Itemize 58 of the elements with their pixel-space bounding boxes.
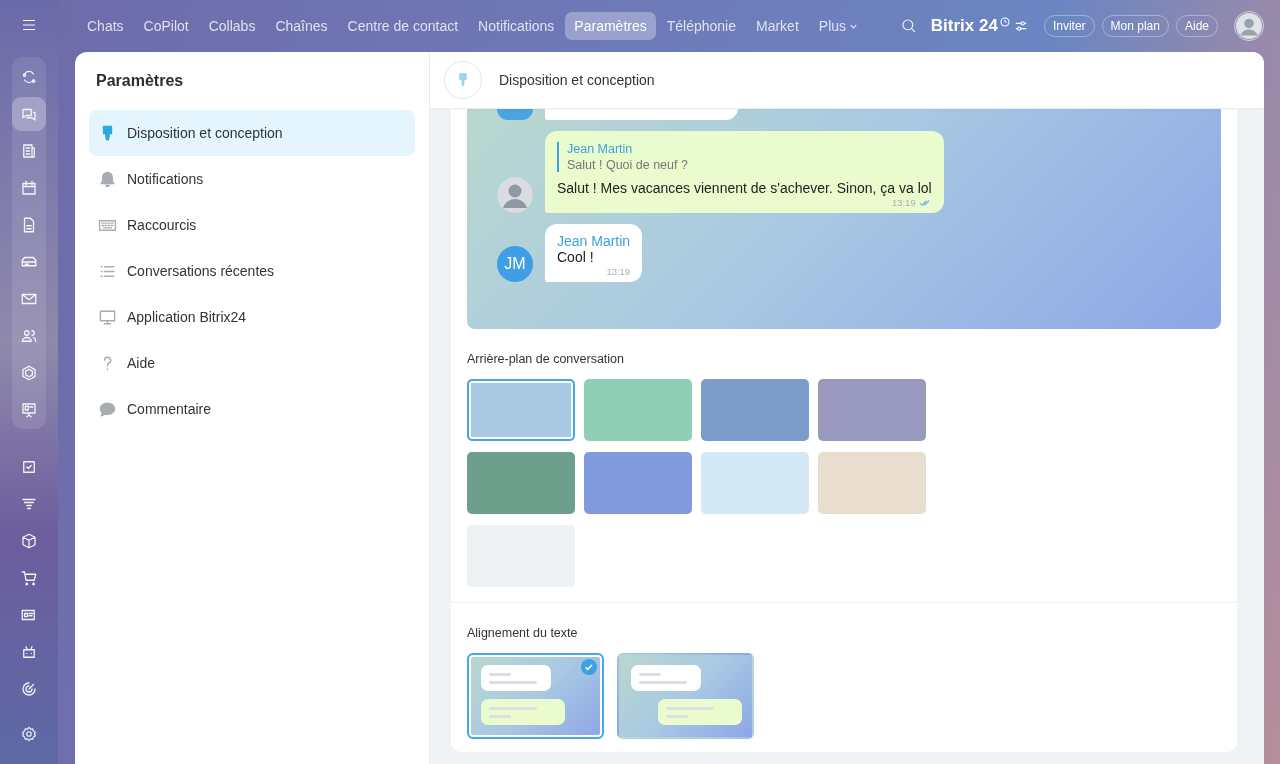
- nav-tab[interactable]: Notifications: [469, 12, 564, 40]
- nav-tab[interactable]: Chats: [78, 12, 133, 40]
- sidebar-item[interactable]: Commentaire: [89, 386, 415, 432]
- message-text: Salut ! Mes vacances viennent de s'achever. Sinon, ça va lol: [557, 180, 932, 196]
- check-icon: [581, 659, 597, 675]
- logo: Bitrix 24: [930, 16, 998, 36]
- sliders-icon[interactable]: [1013, 19, 1028, 33]
- sidebar-item[interactable]: Notifications: [89, 156, 415, 202]
- bell-icon: [98, 169, 117, 189]
- monitor-icon: [98, 307, 117, 327]
- section-title: Alignement du texte: [467, 626, 579, 640]
- nav-tab[interactable]: Centre de contact: [338, 12, 468, 40]
- background-swatch[interactable]: [818, 379, 926, 441]
- chat-icon[interactable]: [12, 96, 46, 131]
- quote-author: Jean Martin: [567, 142, 634, 156]
- sidebar-item[interactable]: Aide: [89, 340, 415, 386]
- alignment-option[interactable]: [467, 653, 604, 739]
- sidebar-item-label: Raccourcis: [127, 217, 197, 233]
- sidebar-item-label: Conversations récentes: [127, 263, 275, 279]
- background-swatch[interactable]: [467, 452, 575, 514]
- alignment-option[interactable]: [617, 653, 754, 739]
- avatar-initials: JM: [497, 246, 533, 282]
- clock-icon: [999, 17, 1010, 27]
- quote-text: Salut ! Quoi de neuf ?: [567, 158, 689, 172]
- message-time: 13:19: [891, 197, 916, 208]
- comment-icon: [98, 399, 117, 419]
- sidebar-item-label: Aide: [127, 355, 156, 371]
- page-title: Disposition et conception: [499, 72, 655, 88]
- message-text: Cool !: [557, 249, 595, 265]
- sidebar-item[interactable]: Application Bitrix24: [89, 294, 415, 340]
- background-swatch[interactable]: [701, 379, 809, 441]
- sidebar-item-label: Disposition et conception: [127, 125, 283, 141]
- background-swatch[interactable]: [701, 452, 809, 514]
- section-title: Arrière-plan de conversation: [467, 352, 626, 366]
- nav-tab[interactable]: Collabs: [199, 12, 265, 40]
- sidebar-item[interactable]: Disposition et conception: [89, 110, 415, 156]
- nav-tab[interactable]: Chaînes: [266, 12, 337, 40]
- nav-tab[interactable]: Téléphonie: [657, 12, 745, 40]
- nav-tab[interactable]: Market: [747, 12, 808, 40]
- sidebar-item[interactable]: Conversations récentes: [89, 248, 415, 294]
- nav-tab[interactable]: Plus: [809, 12, 868, 40]
- sidebar-item-label: Application Bitrix24: [127, 309, 247, 325]
- message-time: 13:19: [606, 266, 631, 277]
- sidebar-item-label: Commentaire: [127, 401, 212, 417]
- read-check-icon: [918, 198, 932, 207]
- message-author: Jean Martin: [557, 233, 631, 249]
- nav-tab[interactable]: CoPilot: [134, 12, 198, 40]
- background-swatch[interactable]: [818, 452, 926, 514]
- sidebar-item[interactable]: Raccourcis: [89, 202, 415, 248]
- sidebar-title: Paramètres: [96, 72, 185, 90]
- search-icon[interactable]: [899, 17, 918, 35]
- background-swatch[interactable]: [467, 379, 575, 441]
- sidebar-item-label: Notifications: [127, 171, 204, 187]
- background-swatch[interactable]: [584, 379, 692, 441]
- avatar-silhouette: [497, 177, 533, 213]
- user-avatar[interactable]: [1234, 11, 1264, 41]
- nav-tab[interactable]: Paramètres: [565, 12, 656, 40]
- background-swatch[interactable]: [584, 452, 692, 514]
